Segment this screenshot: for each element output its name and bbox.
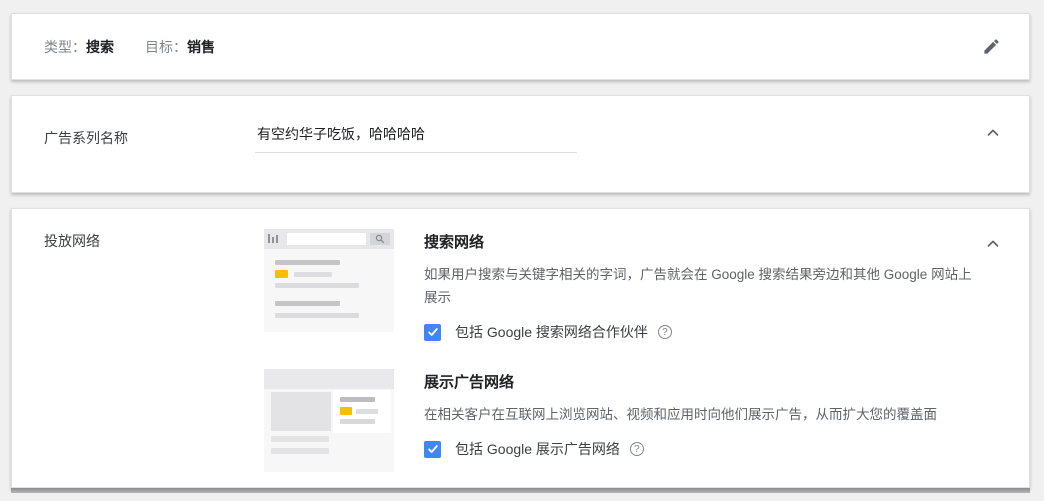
chevron-up-icon	[984, 124, 1002, 142]
display-network-description: 在相关客户在互联网上浏览网站、视频和应用时向他们展示广告，从而扩大您的覆盖面	[424, 403, 984, 426]
help-icon[interactable]: ?	[658, 325, 672, 339]
collapse-networks-button[interactable]	[982, 233, 1004, 255]
display-network-text: 展示广告网络 在相关客户在互联网上浏览网站、视频和应用时向他们展示广告，从而扩大…	[424, 369, 984, 472]
search-button-placeholder	[370, 233, 390, 245]
collapse-section-button[interactable]	[982, 122, 1004, 144]
search-results-thumbnail	[264, 229, 394, 332]
campaign-name-label: 广告系列名称	[44, 126, 255, 192]
networks-label: 投放网络	[44, 229, 264, 487]
checkmark-icon	[427, 326, 439, 338]
search-network-text: 搜索网络 如果用户搜索与关键字相关的字词，广告就会在 Google 搜索结果旁边…	[424, 229, 984, 342]
display-network-checkbox-label: 包括 Google 展示广告网络	[455, 439, 620, 459]
search-partners-checkbox[interactable]	[424, 324, 441, 341]
search-network-title: 搜索网络	[424, 231, 984, 252]
campaign-type-goal-card: 类型： 搜索 目标： 销售	[11, 13, 1030, 80]
display-website-thumbnail	[264, 369, 394, 472]
thumbnail-browser-bar	[264, 369, 394, 389]
display-network-section: 展示广告网络 在相关客户在互联网上浏览网站、视频和应用时向他们展示广告，从而扩大…	[264, 369, 1002, 472]
card-cutoff-shadow	[11, 488, 1030, 493]
search-network-section: 搜索网络 如果用户搜索与关键字相关的字词，广告就会在 Google 搜索结果旁边…	[264, 229, 1002, 342]
help-icon[interactable]: ?	[630, 442, 644, 456]
campaign-name-card: 广告系列名称	[11, 95, 1030, 193]
ad-badge	[275, 270, 288, 278]
magnifier-icon	[375, 234, 385, 244]
display-network-checkbox[interactable]	[424, 441, 441, 458]
goal-label: 目标：	[145, 37, 187, 57]
display-network-title: 展示广告网络	[424, 371, 984, 392]
logo-placeholder	[268, 234, 278, 243]
campaign-goal: 目标： 销售	[145, 37, 215, 57]
thumbnail-search-bar	[264, 229, 394, 249]
pencil-icon	[982, 37, 1001, 56]
search-box-placeholder	[287, 233, 366, 245]
search-partners-checkbox-row[interactable]: 包括 Google 搜索网络合作伙伴 ?	[424, 322, 984, 342]
ad-badge	[340, 407, 352, 415]
networks-card: 投放网络	[11, 208, 1030, 488]
goal-value: 销售	[187, 37, 215, 57]
search-network-description: 如果用户搜索与关键字相关的字词，广告就会在 Google 搜索结果旁边和其他 G…	[424, 263, 984, 309]
campaign-name-input[interactable]	[255, 126, 577, 153]
networks-content: 搜索网络 如果用户搜索与关键字相关的字词，广告就会在 Google 搜索结果旁边…	[264, 229, 1002, 487]
edit-button[interactable]	[980, 36, 1002, 58]
display-network-checkbox-row[interactable]: 包括 Google 展示广告网络 ?	[424, 439, 984, 459]
chevron-up-icon	[984, 235, 1002, 253]
type-label: 类型：	[44, 37, 86, 57]
search-partners-checkbox-label: 包括 Google 搜索网络合作伙伴	[455, 322, 648, 342]
type-value: 搜索	[86, 37, 114, 57]
campaign-type: 类型： 搜索	[44, 37, 114, 57]
checkmark-icon	[427, 443, 439, 455]
